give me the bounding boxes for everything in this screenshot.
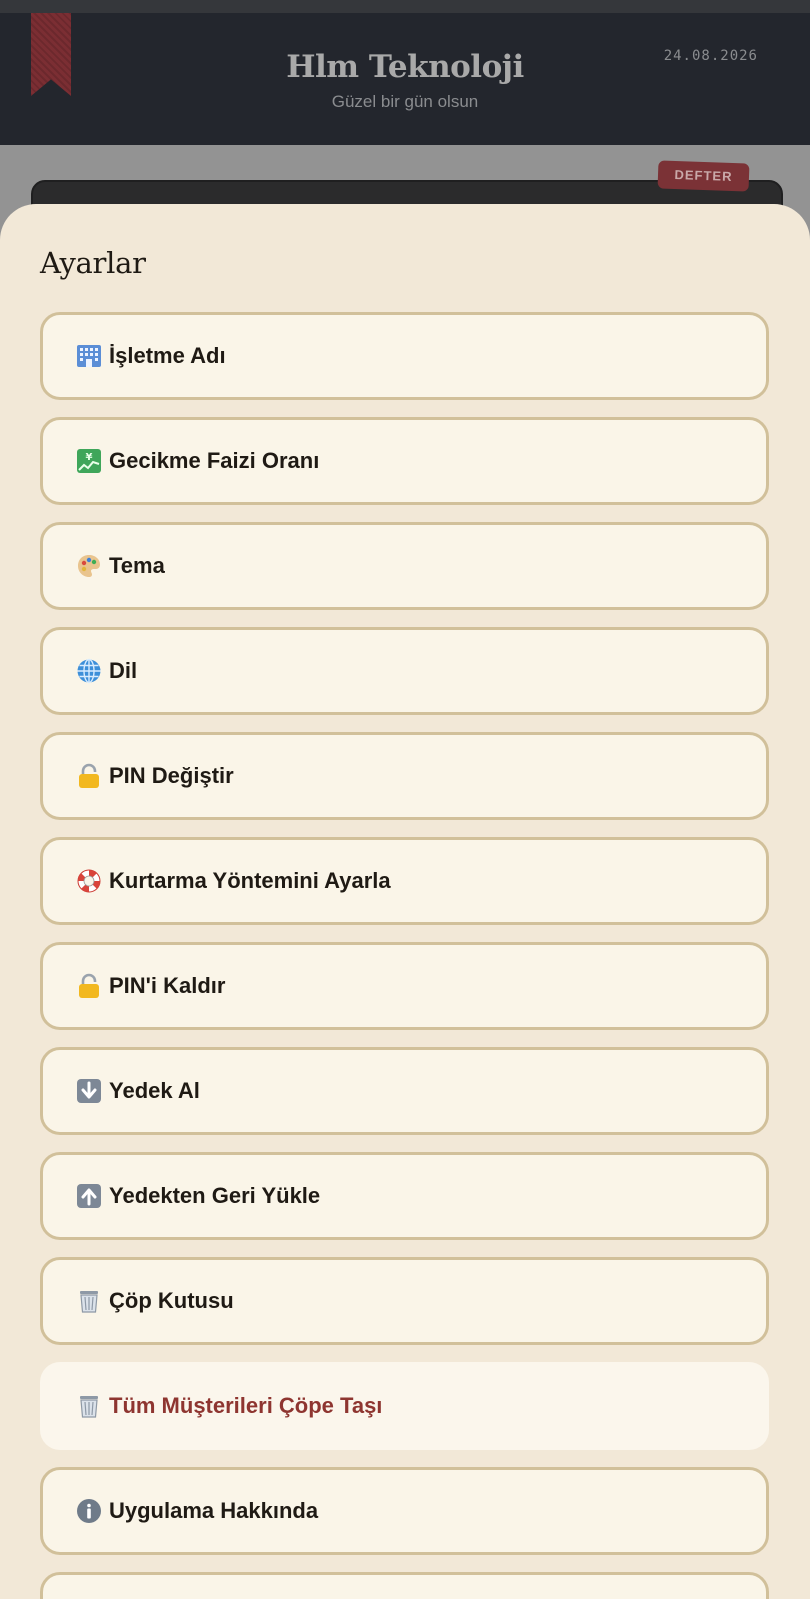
palette-icon [75,553,102,580]
menu-item-label: Dil [109,658,138,683]
menu-item-change-pin[interactable]: PIN Değiştir [40,732,769,820]
menu-item-late-interest-rate[interactable]: ¥ Gecikme Faizi Oranı [40,417,769,505]
lock-icon [75,973,102,1000]
menu-item-label: Yedekten Geri Yükle [109,1183,321,1208]
menu-item-partial[interactable] [40,1572,769,1599]
menu-item-move-all-customers-to-trash[interactable]: Tüm Müşterileri Çöpe Taşı [40,1362,769,1450]
menu-item-label: Gecikme Faizi Oranı [109,448,320,473]
lock-icon [75,763,102,790]
menu-item-label: PIN'i Kaldır [109,973,226,998]
trash-icon [75,1393,102,1420]
globe-icon [75,658,102,685]
menu-item-language[interactable]: Dil [40,627,769,715]
menu-item-label: Kurtarma Yöntemini Ayarla [109,868,391,893]
arrow-down-icon [75,1078,102,1105]
menu-item-business-name[interactable]: İşletme Adı [40,312,769,400]
menu-item-label: Yedek Al [109,1078,200,1103]
menu-item-label: Tüm Müşterileri Çöpe Taşı [109,1393,383,1418]
lifebuoy-icon [75,868,102,895]
chart-yen-icon: ¥ [75,448,102,475]
defter-tag: DEFTER [657,160,750,192]
trash-icon [75,1288,102,1315]
building-icon [75,343,102,370]
menu-item-label: Çöp Kutusu [109,1288,234,1313]
info-icon [75,1498,102,1525]
menu-item-backup[interactable]: Yedek Al [40,1047,769,1135]
arrow-up-icon [75,1183,102,1210]
app-header: Hlm Teknoloji Güzel bir gün olsun 24.08.… [0,0,810,145]
menu-item-label: PIN Değiştir [109,763,234,788]
menu-item-label: Tema [109,553,165,578]
menu-item-restore-backup[interactable]: Yedekten Geri Yükle [40,1152,769,1240]
menu-item-label: Uygulama Hakkında [109,1498,319,1523]
menu-item-recovery-method[interactable]: Kurtarma Yöntemini Ayarla [40,837,769,925]
menu-item-label: İşletme Adı [109,343,226,368]
menu-item-about-app[interactable]: Uygulama Hakkında [40,1467,769,1555]
menu-item-theme[interactable]: Tema [40,522,769,610]
settings-sheet: Ayarlar İşletme Adı ¥ Gecikme Faizi Oran… [0,204,810,1599]
menu-item-trash[interactable]: Çöp Kutusu [40,1257,769,1345]
header-date: 24.08.2026 [663,48,758,64]
svg-text:¥: ¥ [85,452,92,463]
app-subtitle: Güzel bir gün olsun [331,92,479,111]
settings-title: Ayarlar [40,246,146,280]
settings-menu: İşletme Adı ¥ Gecikme Faizi Oranı Tema D… [40,312,769,1599]
menu-item-remove-pin[interactable]: PIN'i Kaldır [40,942,769,1030]
